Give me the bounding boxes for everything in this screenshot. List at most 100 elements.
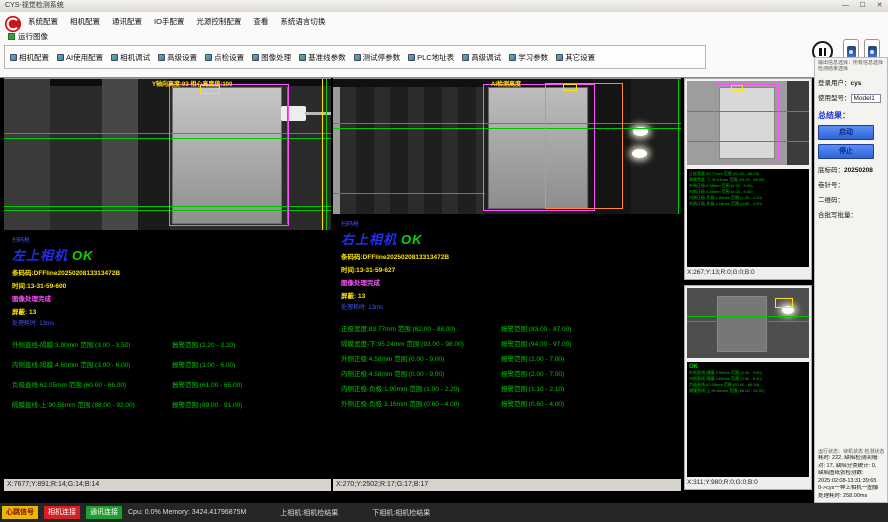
- tool-icon: [556, 54, 563, 61]
- menu-item[interactable]: 系统配置: [28, 16, 58, 27]
- roi-box: [775, 298, 793, 308]
- measurement-value: 外侧正极-负极:3.16mm 范围:(0.60 - 4.00): [341, 398, 501, 408]
- toolbar-item[interactable]: 学习参数: [509, 52, 548, 63]
- thumbnail-text-line: 外侧正极-负极:3.16mm 范围:(0.60 - 4.00): [689, 201, 807, 207]
- workpiece-image: [717, 296, 767, 352]
- stat-line: 耗时: 222, 缺陷检测间隔:: [818, 455, 884, 463]
- batch-write-label: 合批写批量：: [818, 209, 884, 219]
- scene-background: [4, 79, 50, 230]
- start-button[interactable]: 启动: [818, 125, 874, 140]
- toolbar-item[interactable]: 其它设置: [556, 52, 595, 63]
- toolbar-item[interactable]: 测试停参数: [354, 52, 401, 63]
- camera-status: OK: [401, 232, 423, 247]
- stat-line: 0->cys一种上相机一图像: [818, 485, 884, 493]
- measurement-row: 隔膜宽度-下:95.24mm 范围:(93.00 - 98.00) 报警范围:(…: [341, 338, 673, 348]
- maximize-button[interactable]: ☐: [857, 0, 868, 12]
- cable-image: [305, 112, 331, 115]
- process-status: 图像处理完成: [341, 277, 673, 287]
- alarm-range: 报警范围:(0.60 - 4.00): [501, 398, 564, 408]
- menu-item[interactable]: 系统语言切换: [280, 16, 325, 27]
- camera-title: 右上相机 OK: [341, 229, 673, 248]
- thumbnail-text-lines: 外侧直线-隔膜:3.90mm 范围:(3.00 - 3.50)内侧直线-隔膜:4…: [689, 370, 807, 394]
- menu-item[interactable]: 光源控制配置: [196, 16, 241, 27]
- camera-image-right[interactable]: AI检测高度: [333, 78, 681, 214]
- pause-icon: [824, 48, 827, 56]
- bottom-camera-result-label: 下相机:相机检结果: [372, 508, 430, 518]
- toolbar-item[interactable]: 相机配置: [10, 52, 49, 63]
- menu-item[interactable]: 通讯配置: [112, 16, 142, 27]
- toolbar-item-label: PLC地址表: [417, 52, 454, 63]
- stat-line: 2025:02:08-13:31:39:65: [818, 478, 884, 486]
- alarm-range: 报警范围:(83.00 - 87.00): [501, 323, 571, 333]
- height-overlay-label: Y轴向高度:93 相心高度值:100: [152, 79, 232, 88]
- camera-thumbnail-2[interactable]: OK 外侧直线-隔膜:3.90mm 范围:(3.00 - 3.50)内侧直线-隔…: [684, 285, 812, 490]
- measurement-row: 内侧正极:4.58mm 范围:(0.00 - 9.00) 报警范围:(2.00 …: [341, 368, 673, 378]
- camera-view-right: AI检测高度 扫码枪 右上相机OK 条码码:DFFline20250208133…: [333, 78, 681, 491]
- toolbar-item-label: AI使用配置: [66, 52, 103, 63]
- edge-line: [678, 79, 679, 214]
- roi-box: [715, 84, 779, 162]
- toolbar-item[interactable]: 基准线参数: [299, 52, 346, 63]
- toolbar-item[interactable]: 高级调试: [462, 52, 501, 63]
- qr-code-label: 二维码：: [818, 194, 884, 204]
- toolbar-item-label: 点检设置: [214, 52, 244, 63]
- menu-item[interactable]: IO手配置: [154, 16, 184, 27]
- edge-line: [326, 79, 327, 230]
- toolbar-item-label: 基准线参数: [308, 52, 346, 63]
- toolbar-item-label: 相机配置: [19, 52, 49, 63]
- stop-button[interactable]: 停止: [818, 144, 874, 159]
- camera-title: 左上相机OK: [12, 245, 323, 264]
- tool-icon: [57, 54, 64, 61]
- measurement-value: 外侧直线-隔膜:3.90mm 范围:(3.00 - 3.50): [12, 339, 172, 349]
- pixel-coordinate-readout: X:311;Y:980;R:0;G:0;B:0: [685, 477, 811, 489]
- camera-thumbnail-1[interactable]: 正极宽度:83.77mm 范围:(82.00 - 88.00)隔膜宽度-下:95…: [684, 78, 812, 280]
- toolbar-item[interactable]: PLC地址表: [408, 52, 454, 63]
- close-button[interactable]: ✕: [874, 0, 885, 12]
- edge-line: [322, 79, 323, 230]
- toolbar-item[interactable]: 相机调试: [111, 52, 150, 63]
- alarm-range: 报警范围:(3.00 - 6.00): [172, 359, 235, 369]
- thumbnail-image: [687, 288, 809, 358]
- menu-item[interactable]: 相机配置: [70, 16, 100, 27]
- measure-line: [687, 321, 809, 322]
- comm-connection-indicator: 通讯连接: [86, 506, 122, 519]
- info-panel: 输出信息选择：所有信息选择 检测结果选择 登录用户：cys 使用型号：Model…: [814, 57, 888, 503]
- measurement-value: 隔膜宽度-下:95.24mm 范围:(93.00 - 98.00): [341, 338, 501, 348]
- toolbar-item[interactable]: AI使用配置: [57, 52, 103, 63]
- toolbar-item[interactable]: 图像处理: [252, 52, 291, 63]
- camera-name: 右上相机: [341, 232, 397, 247]
- base-code-label: 底标码：: [818, 167, 844, 174]
- roi-box: [563, 84, 577, 91]
- camera-result-block: 扫码枪 右上相机OK 条码码:DFFline2025020813313472B …: [333, 214, 681, 408]
- camera-name: 左上相机: [12, 248, 68, 263]
- measurement-value: 隔膜直线-上:90.56mm 范围:(88.00 - 92.00): [12, 399, 172, 409]
- model-select[interactable]: Model1: [851, 94, 881, 103]
- menubar: 系统配置 相机配置 通讯配置 IO手配置 光源控制配置 查看 系统语言切换: [28, 16, 325, 27]
- toolbar-item-label: 学习参数: [518, 52, 548, 63]
- note-text: 处理耗时: 13ms: [12, 318, 323, 327]
- measurement-row: 外侧正极-负极:3.16mm 范围:(0.60 - 4.00) 报警范围:(0.…: [341, 398, 673, 408]
- tab-run-image[interactable]: 运行图像: [8, 31, 48, 42]
- tool-icon: [111, 54, 118, 61]
- base-code-value: 20250208: [844, 167, 873, 174]
- tool-icon: [462, 54, 469, 61]
- toolbar: 相机配置 AI使用配置 相机调试 高级设置 点检设置: [4, 45, 706, 69]
- measurement-row: 负极直线:62.05mm 范围:(60.00 - 66.00) 报警范围:(61…: [12, 379, 323, 389]
- measurement-row: 内侧直线-隔膜:4.60mm 范围:(3.00 - 6.00) 报警范围:(3.…: [12, 359, 323, 369]
- toolbar-item[interactable]: 高级设置: [158, 52, 197, 63]
- reflection-highlight: [632, 149, 647, 158]
- measurement-list: 外侧直线-隔膜:3.90mm 范围:(3.00 - 3.50) 报警范围:(2.…: [12, 339, 323, 409]
- toolbar-item-label: 相机调试: [120, 52, 150, 63]
- menu-item[interactable]: 查看: [253, 16, 268, 27]
- cpu-memory-readout: Cpu: 0.0% Memory: 3424.41796875M: [128, 509, 246, 516]
- minimize-button[interactable]: —: [840, 0, 851, 12]
- window-controls: — ☐ ✕: [840, 0, 885, 12]
- roi-box: [731, 85, 743, 91]
- run-stats-lines: 耗时: 222, 缺陷检测间隔:对: 17, 缺陷分类统计: 0,缺陷图纸张检测…: [818, 455, 884, 500]
- toolbar-item[interactable]: 点检设置: [205, 52, 244, 63]
- stat-line: 处理耗时: 258.00ms: [818, 493, 884, 501]
- camera-image-left[interactable]: Y轴向高度:93 相心高度值:100: [4, 78, 331, 230]
- scanner-label: 扫码枪: [12, 235, 323, 244]
- alarm-range: 报警范围:(2.20 - 3.20): [172, 339, 235, 349]
- tool-icon: [509, 54, 516, 61]
